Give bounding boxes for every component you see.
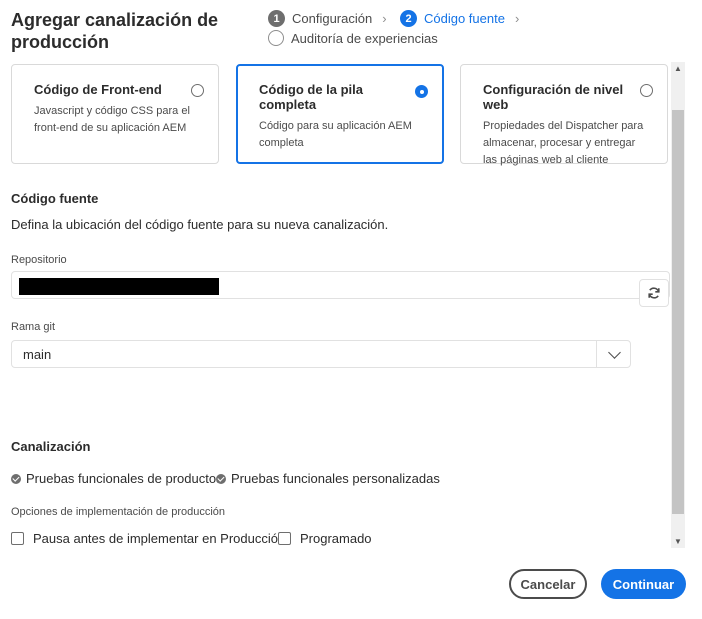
step-2-badge: 2 — [400, 10, 417, 27]
radio-full-stack[interactable] — [415, 85, 428, 98]
scroll-up-icon[interactable]: ▲ — [671, 64, 685, 73]
card-front-end[interactable]: Código de Front-end Javascript y código … — [11, 64, 219, 164]
deploy-options-label: Opciones de implementación de producción — [11, 506, 226, 518]
radio-front-end[interactable] — [191, 84, 204, 97]
card-title: Código de Front-end — [34, 82, 162, 97]
checkmark-circle-icon — [216, 473, 226, 484]
card-description: Javascript y código CSS para el front-en… — [34, 105, 190, 134]
dialog-title: Agregar canalización de producción — [11, 10, 219, 52]
check-label: Pruebas funcionales personalizadas — [231, 471, 440, 486]
redacted-repository-value — [19, 278, 219, 295]
source-code-description: Defina la ubicación del código fuente pa… — [11, 217, 389, 232]
radio-web-tier[interactable] — [640, 84, 653, 97]
cancel-button[interactable]: Cancelar — [509, 569, 587, 599]
checkbox-pause[interactable] — [11, 532, 24, 545]
check-functional-tests: Pruebas funcionales de productos — [11, 471, 223, 486]
option-pause-before-prod[interactable]: Pausa antes de implementar en Producción — [11, 531, 285, 546]
card-description: Propiedades del Dispatcher para almacena… — [483, 120, 644, 166]
card-title: Código de la pila completa — [259, 82, 364, 112]
card-web-tier[interactable]: Configuración de nivel web Propiedades d… — [460, 64, 668, 166]
check-custom-tests: Pruebas funcionales personalizadas — [216, 471, 440, 486]
select-divider — [596, 341, 597, 367]
step-3-label: Auditoría de experiencias — [291, 30, 438, 46]
branch-select[interactable]: main — [11, 340, 631, 368]
step-1-label: Configuración — [292, 11, 373, 26]
option-label: Pausa antes de implementar en Producción — [33, 531, 286, 546]
scrollbar-thumb[interactable] — [672, 110, 684, 514]
continue-button[interactable]: Continuar — [601, 569, 686, 599]
card-full-stack[interactable]: Código de la pila completa Código para s… — [236, 64, 444, 164]
step-3-badge — [268, 30, 284, 46]
card-title: Configuración de nivel web — [483, 82, 624, 112]
repository-select[interactable] — [11, 271, 670, 299]
dialog-content: Código de Front-end Javascript y código … — [0, 62, 686, 548]
checkbox-scheduled[interactable] — [278, 532, 291, 545]
chevron-down-icon[interactable] — [608, 346, 621, 359]
step-configuracion[interactable]: 1 Configuración › — [268, 10, 397, 27]
checkmark-circle-icon — [11, 473, 21, 484]
step-codigo-fuente[interactable]: 2 Código fuente › — [400, 10, 529, 27]
refresh-icon — [648, 287, 660, 299]
chevron-right-icon: › — [382, 11, 387, 26]
pipeline-heading: Canalización — [11, 439, 91, 454]
option-label: Programado — [300, 531, 372, 546]
check-label: Pruebas funcionales de productos — [26, 471, 223, 486]
step-2-label: Código fuente — [424, 11, 505, 26]
card-description: Código para su aplicación AEM completa — [259, 120, 412, 149]
scroll-down-icon[interactable]: ▼ — [671, 537, 685, 546]
chevron-right-icon: › — [514, 11, 520, 26]
branch-value: main — [23, 347, 52, 362]
repository-label: Repositorio — [11, 254, 67, 266]
branch-label: Rama git — [11, 321, 56, 333]
option-scheduled[interactable]: Programado — [278, 531, 372, 546]
refresh-branches-button[interactable] — [639, 279, 669, 307]
source-code-heading: Código fuente — [11, 191, 99, 206]
step-1-badge: 1 — [268, 10, 285, 27]
step-auditoria[interactable]: Auditoría de experiencias — [268, 30, 438, 46]
vertical-scrollbar[interactable]: ▲ ▼ — [671, 62, 685, 548]
